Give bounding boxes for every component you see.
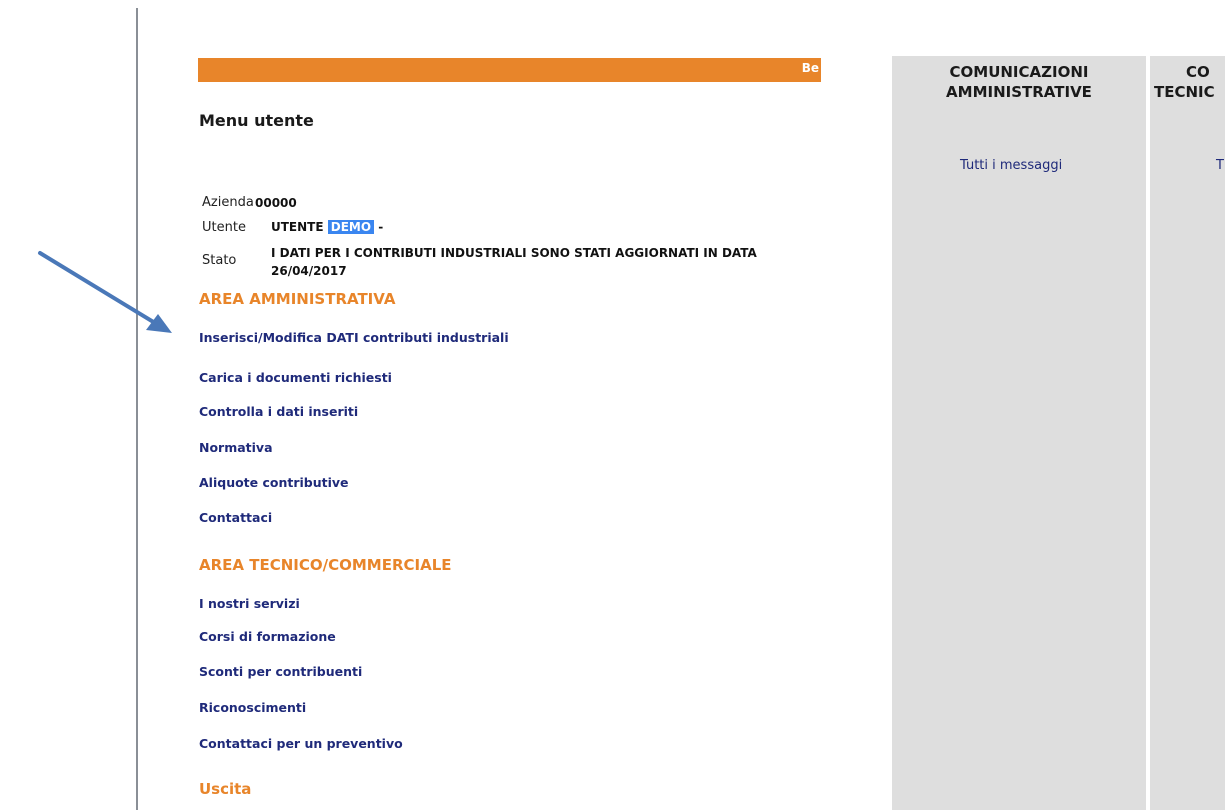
link-inserisci-modifica-dati[interactable]: Inserisci/Modifica DATI contributi indus… bbox=[199, 330, 509, 345]
link-tutti-messaggi-amministrativi[interactable]: Tutti i messaggi bbox=[960, 158, 1062, 173]
page: Be Menu utente Azienda 00000 Utente UTEN… bbox=[0, 0, 1225, 810]
link-contattaci[interactable]: Contattaci bbox=[199, 510, 272, 525]
link-carica-documenti[interactable]: Carica i documenti richiesti bbox=[199, 370, 392, 385]
utente-demo-highlight: DEMO bbox=[327, 220, 375, 234]
comunicazioni-tecniche-header-line1: CO bbox=[1186, 63, 1210, 81]
menu-title: Menu utente bbox=[199, 111, 314, 130]
azienda-label: Azienda bbox=[202, 195, 254, 210]
utente-name: UTENTE bbox=[271, 220, 324, 234]
utente-label: Utente bbox=[202, 220, 246, 235]
link-corsi-formazione[interactable]: Corsi di formazione bbox=[199, 629, 336, 644]
link-nostri-servizi[interactable]: I nostri servizi bbox=[199, 596, 300, 611]
link-normativa[interactable]: Normativa bbox=[199, 440, 273, 455]
link-sconti-contribuenti[interactable]: Sconti per contribuenti bbox=[199, 664, 362, 679]
link-uscita[interactable]: Uscita bbox=[199, 780, 251, 798]
link-riconoscimenti[interactable]: Riconoscimenti bbox=[199, 700, 306, 715]
stato-value: I DATI PER I CONTRIBUTI INDUSTRIALI SONO… bbox=[271, 246, 757, 278]
link-contattaci-preventivo[interactable]: Contattaci per un preventivo bbox=[199, 736, 403, 751]
banner-marquee-text: Be bbox=[801, 61, 819, 75]
comunicazioni-tecniche-header: CO TECNIC bbox=[1150, 62, 1225, 102]
comunicazioni-amministrative-header: COMUNICAZIONI AMMINISTRATIVE bbox=[892, 62, 1146, 102]
panel-comunicazioni-tecniche bbox=[1150, 56, 1225, 810]
area-amministrativa-title: AREA AMMINISTRATIVA bbox=[199, 290, 396, 308]
pointer-arrow-icon bbox=[38, 251, 172, 333]
link-controlla-dati[interactable]: Controlla i dati inseriti bbox=[199, 404, 358, 419]
comunicazioni-amministrative-header-line1: COMUNICAZIONI bbox=[949, 63, 1089, 81]
area-tecnico-commerciale-title: AREA TECNICO/COMMERCIALE bbox=[199, 556, 452, 574]
comunicazioni-amministrative-header-line2: AMMINISTRATIVE bbox=[946, 83, 1092, 101]
utente-value: UTENTE DEMO - bbox=[271, 220, 383, 234]
azienda-value: 00000 bbox=[255, 196, 297, 210]
link-aliquote-contributive[interactable]: Aliquote contributive bbox=[199, 475, 349, 490]
stato-label: Stato bbox=[202, 253, 237, 268]
utente-suffix: - bbox=[378, 220, 384, 234]
comunicazioni-tecniche-header-line2: TECNIC bbox=[1154, 83, 1215, 101]
link-tutti-messaggi-tecnici[interactable]: T bbox=[1216, 158, 1224, 173]
top-banner: Be bbox=[198, 58, 821, 82]
